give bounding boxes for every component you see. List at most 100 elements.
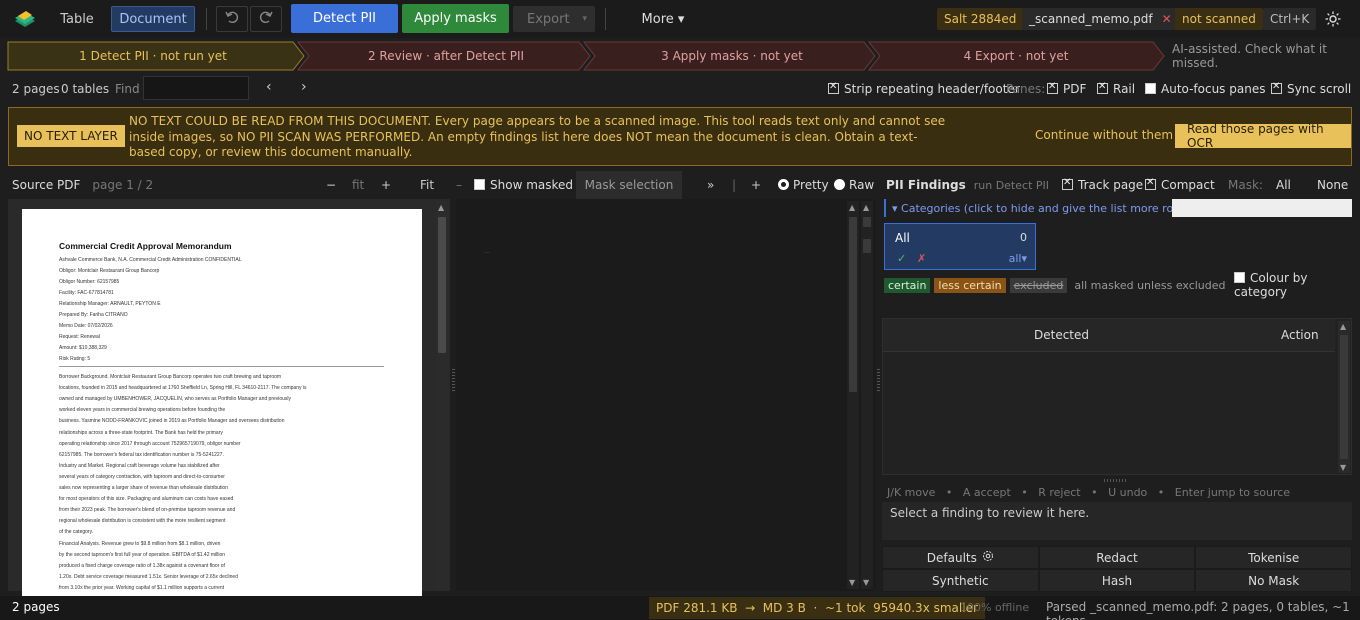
strip-header-checkbox[interactable]: Strip repeating header/footer [828, 81, 1020, 96]
sun-icon [1325, 11, 1341, 30]
salt-chip[interactable]: Salt 2884ed [937, 8, 1024, 30]
theme-toggle-button[interactable] [1325, 11, 1341, 30]
zoom-in-button[interactable]: + [381, 178, 391, 192]
categories-toggle[interactable]: ▾ Categories (click to hide and give the… [884, 199, 1352, 217]
findings-title: PII Findings [886, 178, 966, 192]
step-review[interactable]: 2 Review · after Detect PII [305, 42, 587, 70]
findings-table: Detected Action ▲ ▼ [882, 318, 1352, 475]
pdf-viewer[interactable]: Commercial Credit Approval Memorandum As… [8, 199, 455, 599]
track-page-checkbox[interactable]: Track page [1062, 177, 1143, 192]
detect-pii-button[interactable]: Detect PII [291, 4, 398, 33]
doc-body-line: sales now representing a larger share of… [59, 485, 228, 491]
pdf-page: Commercial Credit Approval Memorandum As… [22, 209, 422, 599]
pane-resize-handle[interactable] [452, 369, 455, 391]
more-menu-button[interactable]: More ▾ [635, 6, 691, 32]
collapse-button[interactable]: – [456, 178, 462, 192]
scroll-thumb[interactable] [849, 217, 857, 392]
categories-filter-bar[interactable] [1172, 199, 1352, 217]
fit-button[interactable]: Fit [420, 178, 434, 192]
doc-body-line: from 3.10x the prior year. Working capit… [59, 584, 224, 591]
compact-checkbox[interactable]: Compact [1145, 177, 1215, 192]
doc-body-line: Industry and Market. Regional craft beve… [59, 462, 220, 469]
zoom-out-button[interactable]: − [326, 178, 336, 192]
export-button[interactable]: Export ▾ [513, 6, 595, 32]
table-resize-handle[interactable] [1104, 479, 1128, 482]
markdown-scrollbar-secondary[interactable]: ▲ ▼ [861, 201, 873, 589]
scroll-thumb[interactable] [863, 239, 871, 253]
review-box: Select a finding to review it here. [882, 502, 1352, 540]
scroll-up-icon[interactable]: ▲ [849, 203, 855, 212]
scroll-up-icon[interactable]: ▲ [438, 203, 444, 212]
doc-body-line: for most operators of this size. Packagi… [59, 496, 234, 503]
close-icon[interactable]: ✕ [1162, 12, 1172, 26]
mask-action-grid: Defaults Redact Tokenise Synthetic Hash … [882, 546, 1352, 592]
category-action-dropdown[interactable]: all▾ [1009, 252, 1027, 265]
workflow-stepper: 1 Detect PII · not run yet 2 Review · af… [0, 40, 1360, 72]
mask-selection-button[interactable]: Mask selection [576, 171, 682, 199]
pane-pdf-checkbox[interactable]: PDF [1047, 81, 1086, 96]
step-export[interactable]: 4 Export · not yet [876, 42, 1156, 70]
scroll-down-icon[interactable]: ▼ [849, 578, 855, 587]
col-detected: Detected [1034, 328, 1090, 342]
command-palette-shortcut[interactable]: Ctrl+K [1263, 8, 1317, 30]
pretty-radio[interactable]: Pretty [778, 178, 829, 192]
doc-title: Commercial Credit Approval Memorandum [59, 241, 232, 251]
defaults-button[interactable]: Defaults [882, 546, 1039, 569]
category-card-all[interactable]: All 0 ✓ ✗ all▾ [884, 223, 1036, 270]
continue-without-button[interactable]: Continue without them [1035, 128, 1173, 142]
parse-status: Parsed _scanned_memo.pdf: 2 pages, 0 tab… [1046, 600, 1350, 620]
reject-x-icon[interactable]: ✗ [917, 252, 926, 265]
redact-button[interactable]: Redact [1038, 546, 1196, 569]
tokenise-button[interactable]: Tokenise [1195, 546, 1352, 569]
pane-rail-checkbox[interactable]: Rail [1097, 81, 1135, 96]
fit-zoom-label[interactable]: fit [352, 178, 364, 192]
accept-check-icon[interactable]: ✓ [897, 252, 906, 265]
markdown-pane-header: – Show masked Mask selection » | + Prett… [456, 171, 876, 199]
scroll-thumb[interactable] [438, 217, 446, 353]
scroll-down-icon[interactable]: ▼ [1340, 463, 1346, 472]
find-next-button[interactable]: › [301, 79, 307, 95]
mask-none-button[interactable]: None [1317, 178, 1348, 192]
scroll-down-icon[interactable]: ▼ [863, 578, 869, 587]
scroll-thumb[interactable] [863, 217, 871, 227]
doc-body-line: produced a fixed charge coverage ratio o… [59, 562, 225, 569]
doc-header-line: Relationship Manager: ARNAULT, PEYTON E [59, 301, 161, 307]
findings-scrollbar[interactable]: ▲ ▼ [1338, 321, 1350, 473]
markdown-viewer[interactable]: — ▲ ▼ ▲ ▼ [456, 199, 880, 591]
pdf-pane-header: Source PDF page 1 / 2 − fit + Fit [12, 174, 452, 196]
tab-document[interactable]: Document [111, 6, 195, 32]
apply-masks-button[interactable]: Apply masks [402, 4, 509, 33]
banner-message: NO TEXT COULD BE READ FROM THIS DOCUMENT… [129, 114, 946, 159]
raw-radio[interactable]: Raw [834, 178, 874, 192]
step-apply-masks[interactable]: 3 Apply masks · not yet [592, 42, 872, 70]
doc-body-line: locations, founded in 2015 and headquart… [59, 385, 307, 392]
synthetic-button[interactable]: Synthetic [882, 569, 1039, 592]
find-input[interactable] [143, 76, 249, 100]
doc-header-line: Facility: FAC-677814781 [59, 290, 114, 296]
doc-header-line: Request: Renewal [59, 334, 100, 340]
doc-header-line: Ashvale Commerce Bank, N.A. Commercial C… [59, 257, 242, 263]
pdf-scrollbar[interactable]: ▲ [436, 201, 448, 589]
autofocus-checkbox[interactable]: Auto-focus panes [1145, 82, 1265, 96]
col-action: Action [1281, 328, 1319, 342]
step-detect-pii[interactable]: 1 Detect PII · not run yet [8, 42, 298, 70]
hash-button[interactable]: Hash [1038, 569, 1196, 592]
find-prev-button[interactable]: ‹ [266, 79, 272, 95]
redo-button[interactable] [250, 6, 282, 32]
scroll-up-icon[interactable]: ▲ [863, 203, 869, 212]
doc-header-line: Obligor Number: 62157985 [59, 279, 120, 285]
ocr-button[interactable]: Read those pages with OCR [1175, 122, 1351, 150]
add-button[interactable]: + [751, 178, 761, 192]
expand-chevrons-button[interactable]: » [707, 178, 714, 192]
tab-table[interactable]: Table [50, 6, 104, 32]
status-page-count: 2 pages [12, 600, 60, 614]
sync-scroll-checkbox[interactable]: Sync scroll [1271, 81, 1351, 96]
colour-by-category-checkbox[interactable]: Colour by category [1234, 271, 1354, 299]
undo-button[interactable] [216, 6, 248, 32]
scroll-thumb[interactable] [1340, 335, 1348, 459]
markdown-scrollbar[interactable]: ▲ ▼ [847, 201, 859, 589]
scroll-up-icon[interactable]: ▲ [1340, 322, 1346, 331]
no-mask-button[interactable]: No Mask [1195, 569, 1352, 592]
show-masked-checkbox[interactable]: Show masked [474, 178, 573, 192]
mask-all-button[interactable]: All [1276, 178, 1291, 192]
